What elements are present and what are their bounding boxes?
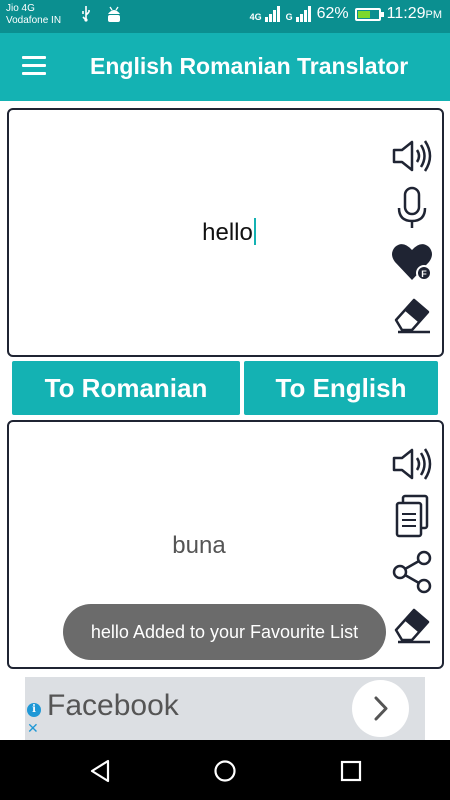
ad-text: Facebook (47, 689, 179, 722)
signal-2: G (286, 6, 311, 22)
source-text-value: hello (202, 219, 253, 246)
clock: 11:29PM (387, 5, 442, 23)
eraser-icon[interactable] (390, 292, 434, 336)
carrier-1: Jio 4G (6, 3, 35, 14)
network-type-2: G (285, 12, 293, 22)
copy-icon[interactable] (390, 494, 434, 538)
carrier-info: Jio 4G Vodafone IN (6, 3, 61, 27)
to-english-button[interactable]: To English (244, 361, 438, 415)
ad-info-icon[interactable]: i (27, 703, 41, 717)
share-icon[interactable] (390, 550, 434, 594)
signal-1: 4G (250, 6, 280, 22)
text-caret (253, 218, 256, 245)
speaker-icon[interactable] (390, 442, 434, 486)
ad-close-icon[interactable]: ✕ (27, 721, 39, 735)
favourite-heart-icon[interactable]: F (390, 240, 434, 284)
usb-icon (80, 6, 92, 27)
battery-icon (354, 7, 384, 21)
app-bar: English Romanian Translator (0, 33, 450, 101)
clock-time: 11:29 (386, 5, 426, 22)
speaker-icon[interactable] (390, 134, 434, 178)
home-icon[interactable] (212, 758, 238, 784)
network-type-1: 4G (249, 12, 262, 22)
signal-bars-icon (295, 6, 311, 22)
input-panel: hello F (7, 108, 444, 357)
battery-fill (357, 10, 371, 18)
microphone-icon[interactable] (390, 186, 434, 230)
clock-suffix: PM (425, 9, 443, 21)
battery-percentage: 62% (316, 5, 349, 22)
chevron-right-icon (374, 696, 388, 721)
ad-open-button[interactable] (352, 680, 409, 737)
back-icon[interactable] (88, 758, 114, 784)
app-title: English Romanian Translator (90, 53, 409, 79)
hamburger-menu-icon[interactable] (22, 55, 48, 77)
android-debug-icon (106, 6, 122, 29)
recents-icon[interactable] (338, 758, 364, 784)
status-bar: Jio 4G Vodafone IN 4G G 62% 11:29PM (0, 0, 450, 33)
ad-banner[interactable]: i ✕ Facebook (25, 677, 425, 740)
toast-message: hello Added to your Favourite List (63, 604, 386, 660)
source-text-input[interactable]: hello (129, 218, 329, 247)
translated-text: buna (172, 532, 226, 559)
svg-text:F: F (421, 269, 427, 279)
carrier-2: Vodafone IN (6, 15, 62, 26)
system-nav-bar (0, 740, 450, 800)
to-romanian-button[interactable]: To Romanian (12, 361, 240, 415)
signal-bars-icon (264, 6, 280, 22)
eraser-icon[interactable] (390, 602, 434, 646)
